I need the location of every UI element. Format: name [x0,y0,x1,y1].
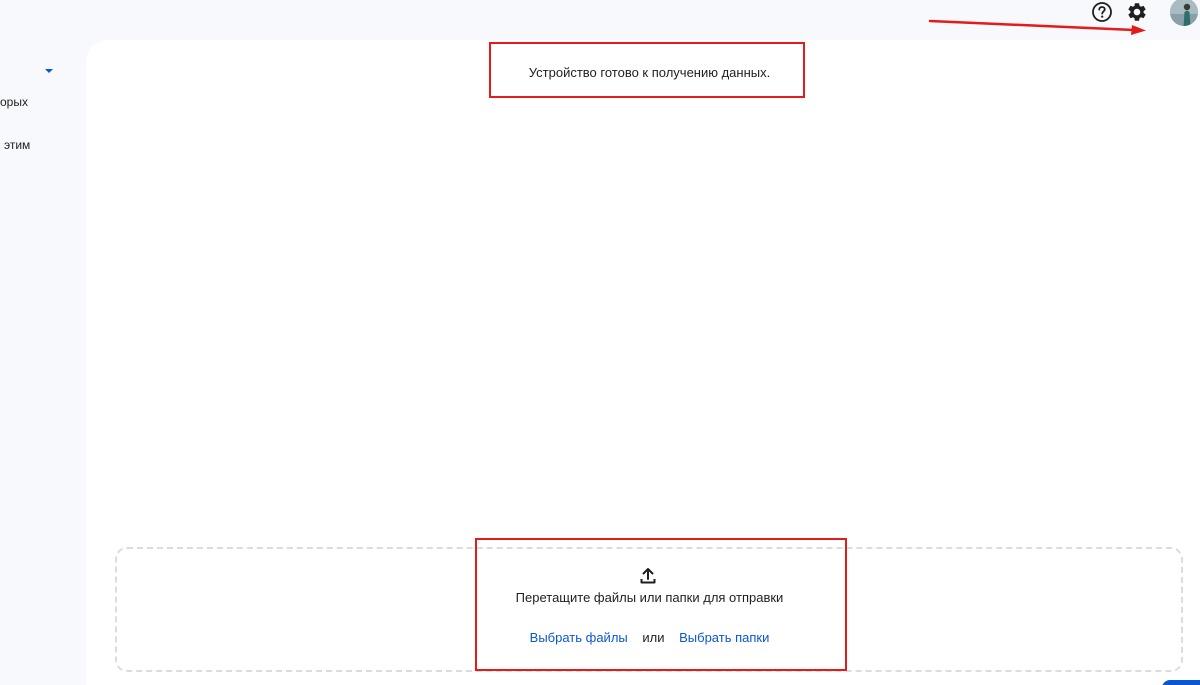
annotation-box-dropzone [475,538,847,671]
page: орых этим Устройство готово к получению … [0,0,1200,685]
annotation-arrow [928,19,1146,35]
sidebar-item-label[interactable]: этим [4,138,30,152]
corner-button-edge[interactable] [1162,680,1200,685]
sidebar-item-label[interactable]: орых [0,95,28,109]
avatar[interactable] [1170,0,1198,26]
annotation-box-status [489,42,805,98]
